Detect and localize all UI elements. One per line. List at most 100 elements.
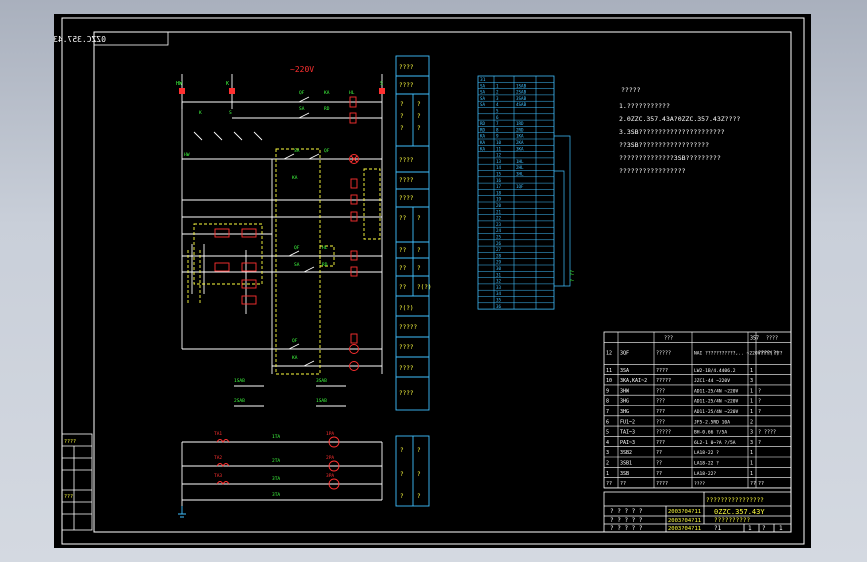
terminal-cell: 31: [496, 272, 502, 277]
bom-cell: 1: [750, 388, 753, 394]
bom-cell: ????: [694, 481, 705, 487]
svg-text:HL: HL: [349, 90, 355, 96]
svg-text:?????????????????: ?????????????????: [619, 167, 686, 175]
svg-text:3TA: 3TA: [272, 476, 280, 482]
terminal-cell: KA: [480, 134, 486, 139]
svg-text:1SAB: 1SAB: [234, 378, 245, 384]
bom-cell: 1: [750, 399, 753, 405]
bom-cell: ??: [758, 481, 764, 487]
svg-text:?: ?: [400, 471, 404, 478]
terminal-cell: 14: [496, 165, 502, 170]
terminal-cell: 2KA: [516, 140, 524, 145]
terminal-cell: 4SAB: [516, 102, 527, 107]
svg-text:????: ????: [64, 439, 76, 445]
bom-cell: 9: [606, 388, 609, 394]
svg-text:?: ?: [400, 113, 404, 120]
svg-text:?: ?: [400, 447, 404, 454]
svg-text:? ? ? ? ?: ? ? ? ? ?: [610, 517, 643, 524]
svg-text:?: ?: [417, 215, 421, 222]
terminal-cell: 5: [496, 109, 499, 114]
svg-text:1: 1: [748, 525, 752, 532]
bom-cell: ??: [656, 471, 662, 477]
drawing-canvas[interactable]: 0ZZC.357.43Y ~220V: [54, 14, 811, 548]
bom-cell: 3SA: [620, 368, 629, 374]
terminal-cell: 16: [496, 178, 502, 183]
bom-cell: 3: [750, 378, 753, 384]
terminal-cell: 9: [496, 134, 499, 139]
bom-header-cell: ???: [664, 336, 673, 342]
svg-text:?: ?: [417, 101, 421, 108]
svg-text:SA: SA: [294, 262, 300, 268]
terminal-cell: RD: [480, 127, 486, 132]
svg-text:????: ????: [399, 195, 414, 202]
bom-cell: 1: [750, 471, 753, 477]
bom-cell: ??: [750, 481, 756, 487]
terminal-cell: 8: [496, 127, 499, 132]
cad-drawing: 0ZZC.357.43Y ~220V: [54, 17, 805, 545]
svg-text:?????: ?????: [399, 324, 417, 331]
outer-frame: [61, 17, 805, 545]
terminal-cell: 1KA: [516, 134, 524, 139]
bom-cell: 6L2-1 0~?A ?/5A: [694, 440, 736, 446]
terminal-cell: SA: [480, 102, 486, 107]
bom-cell: 2: [750, 419, 753, 425]
bom-cell: ??: [656, 461, 662, 467]
terminal-cell: 1SAB: [516, 83, 527, 88]
svg-text:K: K: [199, 110, 202, 116]
svg-text:2003?04?11: 2003?04?11: [668, 526, 701, 532]
svg-text:KA: KA: [324, 90, 330, 96]
terminal-cell: 2RD: [516, 127, 524, 132]
terminal-cell: 12: [496, 153, 502, 158]
svg-text:TA3: TA3: [214, 473, 222, 479]
bom-cell: ?: [758, 409, 761, 415]
voltage-label: ~220V: [290, 65, 314, 74]
bom-cell: JZC1-44 ~220V: [694, 378, 730, 384]
svg-text:?: ?: [417, 471, 421, 478]
bom-cell: TAI~3: [620, 430, 635, 436]
svg-text:KA: KA: [292, 175, 298, 181]
bom-cell: 1: [750, 368, 753, 374]
svg-text:?: ?: [762, 525, 766, 532]
terminal-cell: 25: [496, 235, 502, 240]
terminal-cell: 7: [496, 121, 499, 126]
drawing-code-mirrored: 0ZZC.357.43Y: [54, 35, 106, 44]
svg-text:?: ?: [400, 101, 404, 108]
function-column: [395, 55, 430, 507]
terminal-side-label: ? ??: [570, 270, 576, 282]
svg-text:QF: QF: [292, 338, 298, 344]
svg-text:?: ?: [417, 125, 421, 132]
svg-text:3.3SB??????????????????????: 3.3SB??????????????????????: [619, 128, 725, 136]
bom-cell: ? ????: [758, 430, 776, 436]
components-red: [214, 96, 359, 490]
terminal-cell: 2HL: [516, 165, 524, 170]
terminal-cell: 15: [496, 172, 502, 177]
terminal-cell: 2SAB: [516, 90, 527, 95]
svg-text:?1: ?1: [714, 525, 722, 532]
terminal-cell: 1HL: [516, 159, 524, 164]
bom-cell: 1: [606, 471, 609, 477]
terminal-cell: 19: [496, 197, 502, 202]
bom-cell: BH-0.66 ?/5A: [694, 430, 727, 436]
terminal-cell: 28: [496, 253, 502, 258]
svg-text:RD: RD: [324, 106, 330, 112]
terminal-cell: 34: [496, 291, 502, 296]
bom-cell: 11: [606, 368, 612, 374]
bom-cell: ??: [620, 481, 626, 487]
svg-text:2003?04?11: 2003?04?11: [668, 518, 701, 524]
svg-text:??????????: ??????????: [714, 517, 751, 524]
svg-text:??: ??: [399, 215, 407, 222]
bom-cell: ?????: [656, 430, 671, 436]
terminal-cell: 29: [496, 260, 502, 265]
terminal-cell: 1QF: [516, 184, 524, 189]
svg-text:?????: ?????: [621, 86, 641, 94]
svg-text:?(?): ?(?): [399, 305, 413, 312]
svg-text:RD: RD: [322, 262, 328, 268]
bom-cell: 3QF: [620, 350, 629, 356]
terminal-cell: 24: [496, 228, 502, 233]
svg-text:S: S: [229, 110, 232, 116]
label-s: S: [380, 81, 383, 87]
svg-text:SA: SA: [299, 106, 305, 112]
bom-cell: 7: [606, 409, 609, 415]
bom-cell: ????: [656, 481, 668, 487]
bom-header-cell: ????: [766, 336, 778, 342]
